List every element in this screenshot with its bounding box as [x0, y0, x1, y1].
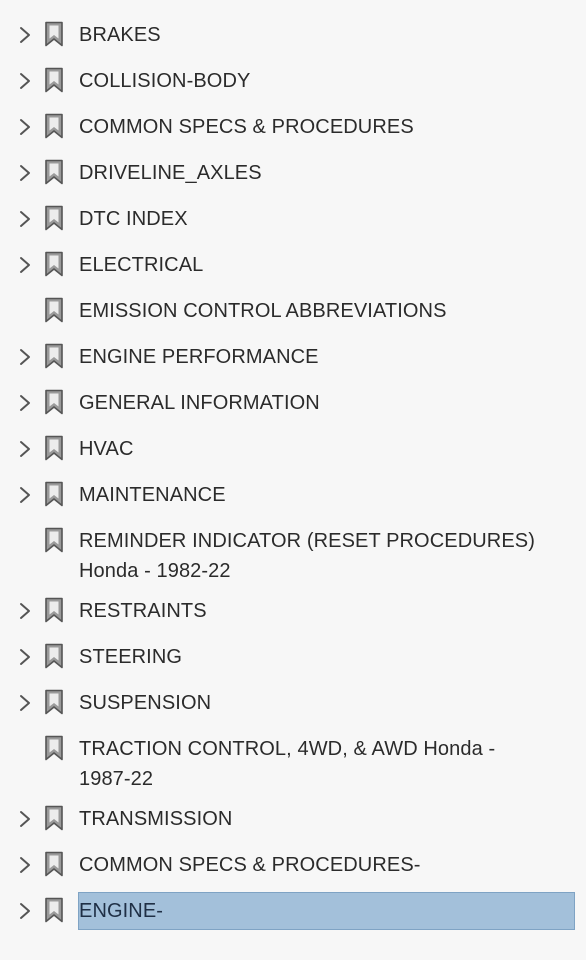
chevron-right-icon[interactable] [16, 439, 34, 459]
bookmark-label[interactable]: ELECTRICAL [79, 250, 569, 280]
bookmark-icon [44, 21, 64, 47]
bookmark-label[interactable]: BRAKES [79, 20, 569, 50]
bookmark-label[interactable]: EMISSION CONTROL ABBREVIATIONS [79, 296, 569, 326]
chevron-right-icon[interactable] [16, 393, 34, 413]
chevron-right-icon[interactable] [16, 209, 34, 229]
bookmark-label[interactable]: TRANSMISSION [79, 804, 569, 834]
bookmark-row[interactable]: ENGINE PERFORMANCE [0, 342, 586, 372]
bookmark-label[interactable]: ENGINE PERFORMANCE [79, 342, 569, 372]
bookmark-row[interactable]: SUSPENSION [0, 688, 586, 718]
bookmark-tree: BRAKES COLLISION-BODY COMMON SPECS & PROCE… [0, 0, 586, 960]
bookmark-icon [44, 481, 64, 507]
bookmark-row[interactable]: ENGINE- [0, 892, 586, 930]
chevron-right-icon[interactable] [16, 901, 34, 921]
bookmark-icon [44, 389, 64, 415]
bookmark-row[interactable]: BRAKES [0, 20, 586, 50]
bookmark-icon [44, 643, 64, 669]
bookmark-label[interactable]: DTC INDEX [79, 204, 569, 234]
chevron-right-icon[interactable] [16, 25, 34, 45]
bookmark-icon [44, 159, 64, 185]
bookmark-row[interactable]: DRIVELINE_AXLES [0, 158, 586, 188]
bookmark-icon [44, 435, 64, 461]
bookmark-row[interactable]: COMMON SPECS & PROCEDURES- [0, 850, 586, 880]
bookmark-row[interactable]: GENERAL INFORMATION [0, 388, 586, 418]
bookmark-label[interactable]: GENERAL INFORMATION [79, 388, 569, 418]
bookmark-label[interactable]: REMINDER INDICATOR (RESET PROCEDURES) Ho… [79, 526, 569, 586]
chevron-right-icon[interactable] [16, 71, 34, 91]
chevron-right-icon[interactable] [16, 255, 34, 275]
bookmark-label[interactable]: COLLISION-BODY [79, 66, 569, 96]
bookmark-icon [44, 251, 64, 277]
bookmark-icon [44, 735, 64, 761]
bookmark-row[interactable]: TRACTION CONTROL, 4WD, & AWD Honda - 198… [0, 734, 586, 796]
bookmark-icon [44, 113, 64, 139]
bookmark-row[interactable]: HVAC [0, 434, 586, 464]
bookmark-row[interactable]: MAINTENANCE [0, 480, 586, 510]
bookmark-label-selected[interactable]: ENGINE- [78, 892, 575, 930]
bookmark-label[interactable]: RESTRAINTS [79, 596, 569, 626]
bookmark-icon [44, 205, 64, 231]
bookmark-icon [44, 297, 64, 323]
chevron-right-icon[interactable] [16, 809, 34, 829]
bookmark-row[interactable]: RESTRAINTS [0, 596, 586, 626]
bookmark-label[interactable]: COMMON SPECS & PROCEDURES [79, 112, 569, 142]
bookmark-label[interactable]: STEERING [79, 642, 569, 672]
bookmark-icon [44, 851, 64, 877]
bookmark-row[interactable]: ELECTRICAL [0, 250, 586, 280]
bookmark-icon [44, 67, 64, 93]
bookmark-label[interactable]: COMMON SPECS & PROCEDURES- [79, 850, 569, 880]
chevron-right-icon[interactable] [16, 647, 34, 667]
chevron-right-icon[interactable] [16, 347, 34, 367]
bookmark-label[interactable]: TRACTION CONTROL, 4WD, & AWD Honda - 198… [79, 734, 569, 794]
bookmark-label[interactable]: MAINTENANCE [79, 480, 569, 510]
bookmark-row[interactable]: EMISSION CONTROL ABBREVIATIONS [0, 296, 586, 326]
bookmark-row[interactable]: COMMON SPECS & PROCEDURES [0, 112, 586, 142]
bookmark-label[interactable]: SUSPENSION [79, 688, 569, 718]
bookmark-icon [44, 597, 64, 623]
bookmark-row[interactable]: DTC INDEX [0, 204, 586, 234]
chevron-right-icon[interactable] [16, 163, 34, 183]
bookmark-row[interactable]: STEERING [0, 642, 586, 672]
chevron-right-icon[interactable] [16, 117, 34, 137]
chevron-right-icon[interactable] [16, 855, 34, 875]
bookmark-label[interactable]: DRIVELINE_AXLES [79, 158, 569, 188]
bookmark-icon [44, 343, 64, 369]
bookmark-icon [44, 805, 64, 831]
chevron-right-icon[interactable] [16, 485, 34, 505]
bookmark-row[interactable]: TRANSMISSION [0, 804, 586, 834]
bookmark-icon [44, 689, 64, 715]
bookmark-icon [44, 897, 64, 923]
bookmark-label[interactable]: HVAC [79, 434, 569, 464]
chevron-right-icon[interactable] [16, 601, 34, 621]
bookmark-icon [44, 527, 64, 553]
bookmark-row[interactable]: COLLISION-BODY [0, 66, 586, 96]
chevron-right-icon[interactable] [16, 693, 34, 713]
bookmark-row[interactable]: REMINDER INDICATOR (RESET PROCEDURES) Ho… [0, 526, 586, 588]
